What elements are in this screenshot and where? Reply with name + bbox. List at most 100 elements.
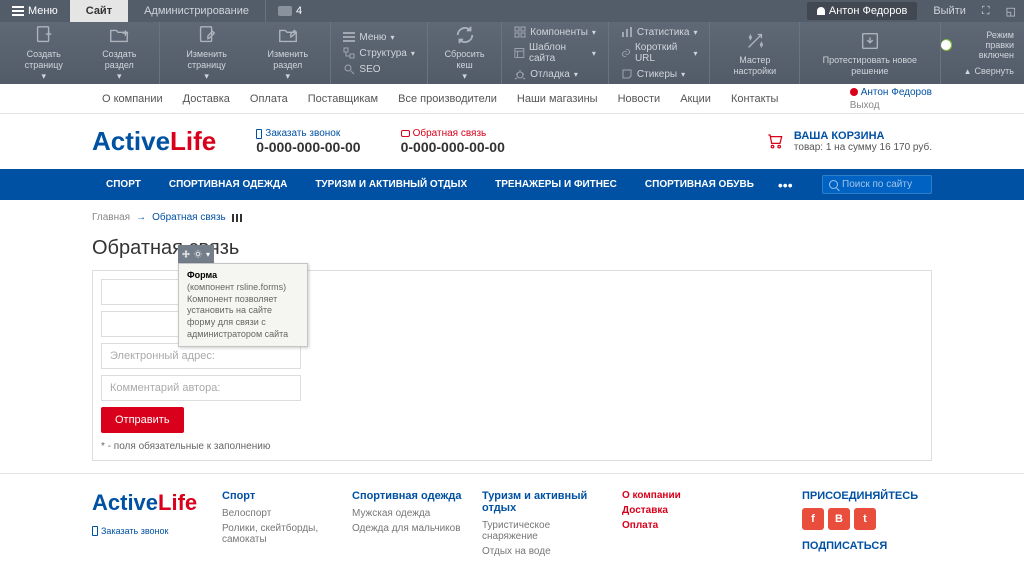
breadcrumb-home[interactable]: Главная — [92, 212, 130, 223]
statistics-tool[interactable]: Статистика▾ — [613, 24, 706, 40]
stickers-tool[interactable]: Стикеры▾ — [613, 66, 706, 82]
callback-link[interactable]: Заказать звонок — [256, 128, 360, 139]
top-nav-contacts[interactable]: Контакты — [721, 93, 789, 105]
seo-icon — [343, 63, 355, 75]
vk-icon[interactable]: B — [828, 508, 850, 530]
nav-shoes[interactable]: СПОРТИВНАЯ ОБУВЬ — [631, 169, 768, 200]
footer-link-delivery[interactable]: Доставка — [622, 505, 702, 516]
edit-mode-toggle[interactable]: Режим правки включен — [941, 30, 1014, 60]
footer-col-sport[interactable]: Спорт — [222, 490, 332, 502]
admin-menu-button[interactable]: Меню — [0, 0, 70, 22]
seo-tool[interactable]: SEO — [335, 61, 422, 77]
footer-link[interactable]: Мужская одежда — [352, 508, 462, 519]
folder-add-icon — [108, 24, 130, 46]
footer-col-tourism[interactable]: Туризм и активный отдых — [482, 490, 602, 514]
cart-block[interactable]: ВАША КОРЗИНА товар: 1 на сумму 16 170 ру… — [764, 130, 932, 153]
collapse-toolbar-button[interactable]: ▲Свернуть — [964, 66, 1014, 76]
wizard-button[interactable]: Мастер настройки — [714, 26, 795, 81]
help-icon[interactable]: ◱ — [998, 5, 1024, 18]
twitter-icon[interactable]: t — [854, 508, 876, 530]
short-url-tool[interactable]: Короткий URL▾ — [613, 40, 706, 66]
tab-administration[interactable]: Администрирование — [128, 0, 266, 22]
messages-button[interactable]: 4 — [266, 5, 314, 17]
cart-summary: товар: 1 на сумму 16 170 руб. — [794, 142, 932, 153]
nav-clothing[interactable]: СПОРТИВНАЯ ОДЕЖДА — [155, 169, 301, 200]
hamburger-icon — [12, 6, 24, 16]
top-nav-payment[interactable]: Оплата — [240, 93, 298, 105]
footer-callback-link[interactable]: Заказать звонок — [92, 526, 202, 536]
tooltip-text: Компонент позволяет установить на сайте … — [187, 294, 299, 341]
footer-logo[interactable]: ActiveLife — [92, 490, 202, 516]
top-nav-brands[interactable]: Все производители — [388, 93, 507, 105]
switch-icon — [941, 39, 953, 51]
flag-icon — [232, 214, 242, 222]
structure-tool[interactable]: Структура▾ — [335, 45, 422, 61]
toolbar-right: Режим правки включен ▲Свернуть — [941, 22, 1024, 84]
create-section-button[interactable]: Создать раздел▾ — [83, 20, 155, 85]
breadcrumb-sep: → — [136, 212, 146, 223]
site-top-nav: О компании Доставка Оплата Поставщикам В… — [0, 84, 1024, 114]
footer-link-about[interactable]: О компании — [622, 490, 702, 501]
comment-field[interactable]: Комментарий автора: — [101, 375, 301, 401]
callback-phone: 0-000-000-00-00 — [256, 139, 360, 155]
nav-fitness[interactable]: ТРЕНАЖЕРЫ И ФИТНЕС — [481, 169, 631, 200]
message-count: 4 — [296, 5, 302, 17]
top-nav-news[interactable]: Новости — [608, 93, 671, 105]
admin-toolbar: Создать страницу▾ Создать раздел▾ Измени… — [0, 22, 1024, 84]
tooltip-subtitle: (компонент rsline.forms) — [187, 282, 299, 294]
submit-button[interactable]: Отправить — [101, 407, 184, 433]
top-nav-promo[interactable]: Акции — [670, 93, 721, 105]
create-page-button[interactable]: Создать страницу▾ — [4, 20, 83, 85]
nav-tourism[interactable]: ТУРИЗМ И АКТИВНЫЙ ОТДЫХ — [301, 169, 481, 200]
search-icon — [829, 180, 838, 189]
edit-page-button[interactable]: Изменить страницу▾ — [164, 20, 249, 85]
top-nav-about[interactable]: О компании — [92, 93, 173, 105]
page-edit-icon — [196, 24, 218, 46]
cart-icon — [764, 130, 786, 150]
search-input[interactable] — [842, 179, 922, 190]
site-header: ActiveLife Заказать звонок 0-000-000-00-… — [0, 114, 1024, 169]
nav-more-button[interactable]: ••• — [768, 177, 803, 193]
footer-link[interactable]: Велоспорт — [222, 508, 332, 519]
facebook-icon[interactable]: f — [802, 508, 824, 530]
chevron-down-icon: ▾ — [206, 250, 210, 259]
footer-link[interactable]: Ролики, скейтборды, самокаты — [222, 523, 332, 545]
page-title: Обратная связь — [92, 237, 932, 260]
components-tool[interactable]: Компоненты▾ — [506, 24, 604, 40]
phone-icon — [256, 129, 262, 139]
site-user-link[interactable]: Антон Федоров — [850, 87, 932, 98]
admin-user-button[interactable]: Антон Федоров — [807, 2, 917, 20]
top-nav-delivery[interactable]: Доставка — [173, 93, 240, 105]
test-solution-button[interactable]: Протестировать новое решение — [804, 26, 935, 81]
page-add-icon — [33, 24, 55, 46]
nav-sport[interactable]: СПОРТ — [92, 169, 155, 200]
site-logout-link[interactable]: Выход — [850, 100, 880, 111]
tab-site[interactable]: Сайт — [70, 0, 128, 22]
expand-icon[interactable]: ⛶ — [974, 5, 998, 18]
template-tool[interactable]: Шаблон сайта▾ — [506, 40, 604, 66]
feedback-block: Обратная связь 0-000-000-00-00 — [401, 128, 505, 155]
footer-link[interactable]: Отдых на воде — [482, 546, 602, 557]
bug-icon — [514, 68, 526, 80]
top-nav-suppliers[interactable]: Поставщикам — [298, 93, 388, 105]
bubble-icon — [401, 130, 410, 137]
menu-tool[interactable]: Меню▾ — [335, 29, 422, 45]
footer-col-clothing[interactable]: Спортивная одежда — [352, 490, 462, 502]
admin-logout-button[interactable]: Выйти — [925, 5, 974, 17]
top-nav-stores[interactable]: Наши магазины — [507, 93, 608, 105]
reset-cache-button[interactable]: Сбросить кеш▾ — [432, 20, 497, 85]
site-logo[interactable]: ActiveLife — [92, 126, 216, 157]
form-note: * - поля обязательные к заполнению — [101, 441, 923, 452]
footer-link-payment[interactable]: Оплата — [622, 520, 702, 531]
search-box[interactable] — [822, 175, 932, 194]
admin-top-left: Меню Сайт Администрирование 4 — [0, 0, 314, 22]
component-handle[interactable]: ▾ — [178, 245, 214, 263]
footer-link[interactable]: Туристическое снаряжение — [482, 520, 602, 542]
subscribe-title: ПОДПИСАТЬСЯ — [802, 540, 932, 552]
footer-link[interactable]: Одежда для мальчиков — [352, 523, 462, 534]
feedback-link[interactable]: Обратная связь — [401, 128, 505, 139]
debug-tool[interactable]: Отладка▾ — [506, 66, 604, 82]
tree-icon — [343, 47, 355, 59]
edit-section-button[interactable]: Изменить раздел▾ — [249, 20, 326, 85]
breadcrumb-current[interactable]: Обратная связь — [152, 212, 226, 223]
